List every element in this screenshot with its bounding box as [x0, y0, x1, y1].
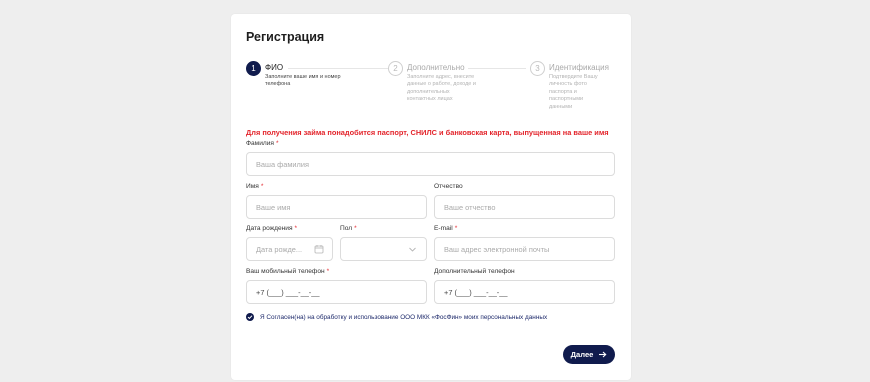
birth-date-input[interactable]: Дата рожде... [246, 237, 333, 261]
step-description: Заполните адрес, внесите данные о работе… [407, 74, 476, 103]
step-description: Подтвердите Вашу личность фото паспорта … [549, 74, 598, 110]
extra-phone-label: Дополнительный телефон [434, 268, 515, 275]
first-name-input[interactable]: Ваше имя [246, 195, 427, 219]
consent-checkbox-row[interactable]: Я Согласен(на) на обработку и использова… [246, 313, 547, 321]
step-number: 2 [388, 61, 403, 76]
requirements-notice: Для получения займа понадобится паспорт,… [246, 128, 609, 137]
page-title: Регистрация [246, 30, 325, 44]
birth-date-label: Дата рождения * [246, 225, 298, 232]
step-connector [468, 68, 526, 69]
extra-phone-mask: +7 (___) ___-__-__ [444, 288, 508, 297]
birth-date-placeholder: Дата рожде... [256, 245, 303, 254]
registration-card: Регистрация 1 ФИО Заполните ваше имя и н… [231, 14, 631, 380]
first-name-placeholder: Ваше имя [256, 203, 291, 212]
step-label: Идентификация [549, 63, 609, 72]
step-number: 3 [530, 61, 545, 76]
step-number: 1 [246, 61, 261, 76]
calendar-icon[interactable] [314, 244, 324, 254]
last-name-input[interactable]: Ваша фамилия [246, 152, 615, 176]
mobile-phone-mask: +7 (___) ___-__-__ [256, 288, 320, 297]
last-name-label: Фамилия * [246, 140, 279, 147]
email-placeholder: Ваш адрес электронной почты [444, 245, 550, 254]
checkmark-icon [247, 315, 253, 320]
patronymic-placeholder: Ваше отчество [444, 203, 496, 212]
extra-phone-input[interactable]: +7 (___) ___-__-__ [434, 280, 615, 304]
step-connector [288, 68, 388, 69]
next-button-label: Далее [570, 350, 594, 359]
arrow-right-icon [599, 351, 607, 358]
next-button[interactable]: Далее [563, 345, 615, 364]
first-name-label: Имя * [246, 183, 264, 190]
email-label: E-mail * [434, 225, 458, 232]
step-label: Дополнительно [407, 63, 465, 72]
consent-checkbox[interactable] [246, 313, 254, 321]
step-label: ФИО [265, 63, 284, 72]
step-description: Заполните ваше имя и номер телефона [265, 74, 341, 88]
consent-text: Я Согласен(на) на обработку и использова… [260, 313, 548, 321]
email-input[interactable]: Ваш адрес электронной почты [434, 237, 615, 261]
gender-select[interactable] [340, 237, 427, 261]
last-name-placeholder: Ваша фамилия [256, 160, 309, 169]
patronymic-label: Отчество [434, 183, 463, 190]
mobile-phone-label: Ваш мобильный телефон * [246, 268, 330, 275]
patronymic-input[interactable]: Ваше отчество [434, 195, 615, 219]
mobile-phone-input[interactable]: +7 (___) ___-__-__ [246, 280, 427, 304]
gender-label: Пол * [340, 225, 357, 232]
chevron-down-icon [409, 247, 416, 252]
